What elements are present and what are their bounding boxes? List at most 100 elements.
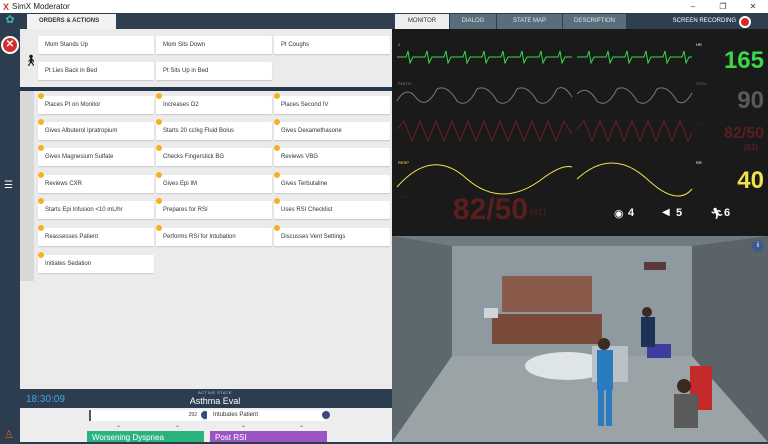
voice-score: 5 bbox=[676, 207, 683, 219]
pending-dot-icon bbox=[156, 198, 162, 204]
scenario-clock: 18:30:09 bbox=[26, 394, 65, 405]
pending-dot-icon bbox=[274, 145, 280, 151]
pending-dot-icon bbox=[274, 119, 280, 125]
action-card[interactable]: Pt Sits Up in Bed bbox=[156, 62, 272, 80]
state-worsening-dyspnea[interactable]: Worsening Dyspnea bbox=[87, 431, 204, 442]
pending-dot-icon bbox=[38, 93, 44, 99]
order-card[interactable]: Gives Dexamethasone bbox=[274, 122, 390, 140]
title-bar: X SimX Moderator – ❐ ✕ bbox=[0, 0, 768, 13]
order-card[interactable]: Gives Epi IM bbox=[156, 175, 272, 193]
order-card[interactable]: Performs RSI for Intubation bbox=[156, 228, 272, 246]
close-icon[interactable]: ✕ bbox=[1, 36, 19, 54]
chevron-down-icon: ⌄ bbox=[175, 423, 181, 429]
nibp-map-value: (61) bbox=[530, 207, 547, 217]
action-card[interactable]: Mom Sits Down bbox=[156, 36, 272, 54]
pending-dot-icon bbox=[156, 145, 162, 151]
active-state-label: ACTIVE STATE bbox=[198, 390, 232, 395]
patient-monitor: II PLETH RESP NIBP HR 165 SPO2 90 ART 82… bbox=[392, 29, 768, 236]
left-rail bbox=[0, 13, 20, 442]
simulation-room-view[interactable] bbox=[392, 236, 768, 442]
list-icon[interactable]: ☰ bbox=[4, 180, 13, 191]
resp-label: RESP bbox=[398, 160, 409, 165]
pending-dot-icon bbox=[156, 119, 162, 125]
close-window-button[interactable]: ✕ bbox=[738, 2, 768, 11]
rr-value: 40 bbox=[737, 167, 764, 194]
order-card[interactable]: Gives Magnesium Sulfate bbox=[38, 148, 154, 166]
action-card[interactable]: Pt Coughs bbox=[274, 36, 390, 54]
pending-dot-icon bbox=[38, 172, 44, 178]
pending-dot-icon bbox=[38, 225, 44, 231]
order-card[interactable]: Uses RSI Checklist bbox=[274, 201, 390, 219]
motor-score: 6 bbox=[724, 207, 731, 219]
tab-state-map[interactable]: STATE MAP bbox=[497, 14, 562, 29]
spo2-label: SPO2 bbox=[696, 81, 707, 86]
app-logo-icon: X bbox=[3, 1, 10, 12]
pending-dot-icon bbox=[274, 93, 280, 99]
info-icon[interactable]: i bbox=[752, 240, 764, 252]
pending-dot-icon bbox=[156, 172, 162, 178]
window-title: SimX Moderator bbox=[12, 2, 70, 11]
orders-sidestrip bbox=[20, 91, 34, 281]
tab-dialog[interactable]: DIALOG bbox=[450, 14, 496, 29]
eye-score: 4 bbox=[628, 207, 635, 219]
ecg-label: II bbox=[398, 42, 401, 47]
motor-icon: 🏃︎ bbox=[710, 208, 724, 220]
pending-dot-icon bbox=[38, 119, 44, 125]
tab-orders-actions[interactable]: ORDERS & ACTIONS bbox=[27, 14, 116, 29]
tab-description[interactable]: DESCRIPTION bbox=[563, 14, 626, 29]
order-card[interactable]: Discusses Vent Settings bbox=[274, 228, 390, 246]
action-card[interactable]: Mom Stands Up bbox=[38, 36, 154, 54]
speaker-icon: ◀ bbox=[662, 207, 670, 218]
order-card[interactable]: Starts 20 cc/kg Fluid Bolus bbox=[156, 122, 272, 140]
pending-dot-icon bbox=[156, 225, 162, 231]
person-alert-icon[interactable]: ♙ bbox=[4, 428, 14, 441]
walking-person-icon: 🚶︎ bbox=[24, 55, 38, 67]
order-card[interactable]: Places Second IV bbox=[274, 96, 390, 114]
screen-recording-label: SCREEN RECORDING bbox=[672, 18, 736, 24]
minimize-button[interactable]: – bbox=[678, 2, 708, 11]
pending-dot-icon bbox=[274, 225, 280, 231]
tab-monitor[interactable]: MONITOR bbox=[395, 14, 449, 29]
timer-icon bbox=[322, 411, 330, 419]
ecg-waveform bbox=[397, 50, 692, 65]
order-card[interactable]: Places Pt on Monitor bbox=[38, 96, 154, 114]
pending-dot-icon bbox=[38, 198, 44, 204]
order-card[interactable]: Checks Fingerstick BG bbox=[156, 148, 272, 166]
chevron-down-icon: ⌄ bbox=[299, 423, 305, 429]
pending-dot-icon bbox=[156, 93, 162, 99]
spo2-value: 90 bbox=[737, 87, 764, 114]
record-button[interactable] bbox=[739, 16, 751, 28]
pleth-waveform bbox=[396, 87, 693, 104]
order-card[interactable]: Gives Terbutaline bbox=[274, 175, 390, 193]
order-card[interactable]: Initiates Sedation bbox=[38, 255, 154, 273]
art-waveform bbox=[396, 119, 693, 143]
state-post-rsi[interactable]: Post RSI bbox=[210, 431, 327, 442]
order-card[interactable]: Gives Albuterol Ipratropium bbox=[38, 122, 154, 140]
chevron-down-icon: ⌄ bbox=[116, 423, 122, 429]
order-card[interactable]: Reviews CXR bbox=[38, 175, 154, 193]
order-card[interactable]: Starts Epi Infusion <10 mL/hr bbox=[38, 201, 154, 219]
timeline-next-bar[interactable]: Intubates Patient bbox=[207, 410, 325, 421]
eye-icon: ◉ bbox=[614, 208, 624, 220]
pleth-label: PLETH bbox=[398, 81, 411, 86]
order-card[interactable]: Prepares for RSI bbox=[156, 201, 272, 219]
rr-label: RR bbox=[696, 160, 702, 165]
order-card[interactable]: Reassesses Patient bbox=[38, 228, 154, 246]
nibp-label: NIBP bbox=[398, 194, 408, 199]
maximize-button[interactable]: ❐ bbox=[708, 2, 738, 11]
room-illustration bbox=[392, 236, 768, 442]
section-divider bbox=[20, 87, 392, 91]
order-card[interactable]: Reviews VBG bbox=[274, 148, 390, 166]
order-card[interactable]: Increases O2 bbox=[156, 96, 272, 114]
pending-dot-icon bbox=[274, 198, 280, 204]
chevron-down-icon: ⌄ bbox=[241, 423, 247, 429]
orders-header-bar bbox=[116, 14, 392, 29]
pending-dot-icon bbox=[38, 252, 44, 258]
art-map-value: (61) bbox=[743, 143, 758, 152]
resp-waveform bbox=[396, 162, 693, 197]
hr-value: 165 bbox=[723, 47, 764, 74]
timeline-current-bar[interactable]: 292 bbox=[89, 410, 203, 421]
pending-dot-icon bbox=[38, 145, 44, 151]
action-card[interactable]: Pt Lies Back in Bed bbox=[38, 62, 154, 80]
gear-icon[interactable]: ✿ bbox=[4, 14, 16, 26]
